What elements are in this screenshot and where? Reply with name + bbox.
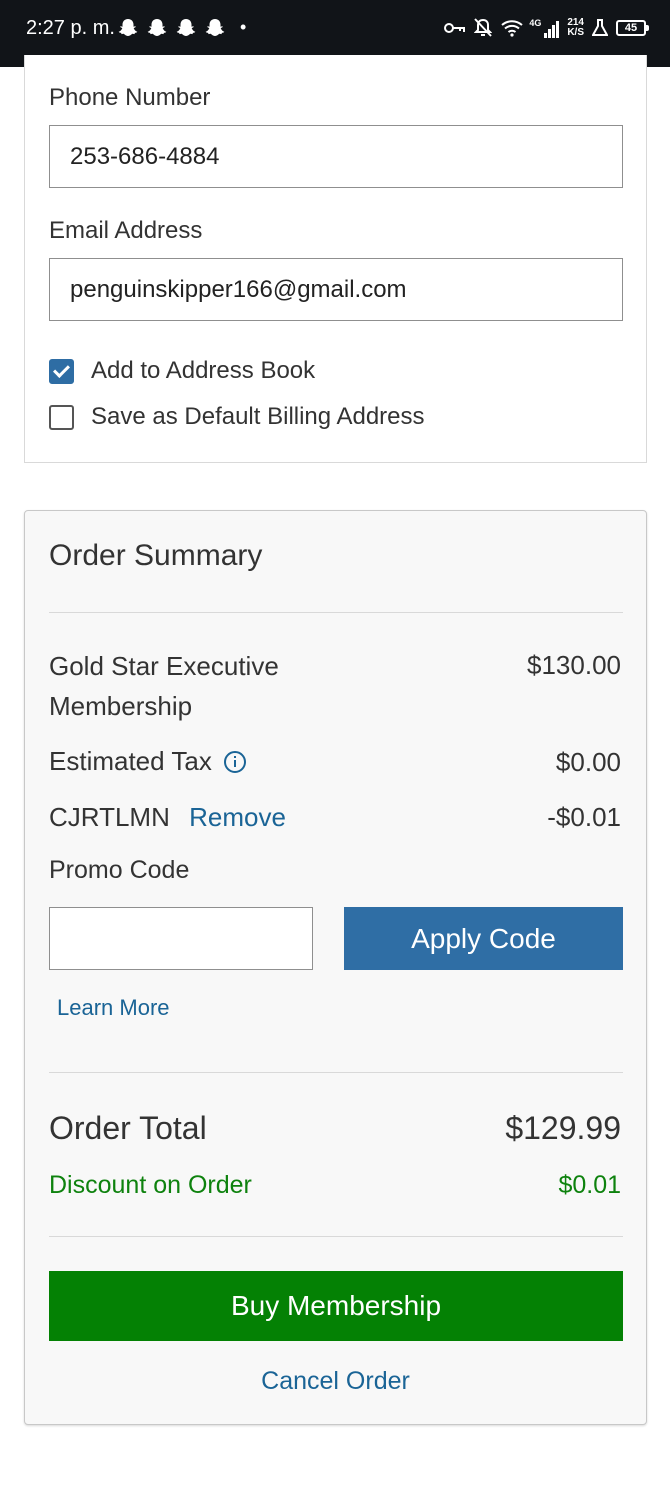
notifications-off-icon <box>474 18 493 37</box>
order-summary-card: Order Summary Gold Star Executive Member… <box>24 510 647 1425</box>
notification-icons <box>118 18 225 38</box>
status-icons: 4G 214 K/S 45 <box>444 15 649 41</box>
cancel-order-link[interactable]: Cancel Order <box>25 1367 646 1396</box>
battery-icon: 45 <box>616 20 649 36</box>
discount-on-order-label: Discount on Order <box>49 1171 252 1199</box>
promo-discount-value: -$0.01 <box>547 802 621 832</box>
add-to-address-book-label: Add to Address Book <box>91 357 316 384</box>
apply-code-button[interactable]: Apply Code <box>344 907 623 970</box>
info-icon[interactable] <box>223 750 247 774</box>
estimated-tax-value: $0.00 <box>555 747 621 777</box>
membership-item-name: Gold Star Executive Membership <box>49 651 279 721</box>
discount-on-order-value: $0.01 <box>558 1171 621 1199</box>
order-total-label: Order Total <box>49 1110 207 1146</box>
membership-item-price: $130.00 <box>527 650 621 680</box>
promo-code-input[interactable] <box>49 907 313 970</box>
data-speed: 214 K/S <box>567 17 584 38</box>
divider <box>49 1236 623 1237</box>
promo-code-label: Promo Code <box>49 856 190 884</box>
add-to-address-book-option[interactable]: Add to Address Book <box>49 357 315 385</box>
wifi-icon <box>501 20 523 37</box>
snapchat-icon <box>176 19 196 36</box>
snapchat-icon <box>205 19 225 36</box>
more-notifications-dot: • <box>240 17 247 37</box>
status-time: 2:27 p. m. <box>26 17 115 39</box>
learn-more-link[interactable]: Learn More <box>57 995 170 1021</box>
snapchat-icon <box>147 19 167 36</box>
order-total-value: $129.99 <box>505 1110 621 1146</box>
add-to-address-book-checkbox[interactable] <box>49 358 74 384</box>
save-default-billing-option[interactable]: Save as Default Billing Address <box>49 403 425 431</box>
save-default-billing-checkbox[interactable] <box>49 404 74 430</box>
phone-label: Phone Number <box>49 84 211 111</box>
estimated-tax-label: Estimated Tax <box>49 746 212 776</box>
email-input[interactable]: penguinskipper166@gmail.com <box>49 258 623 321</box>
divider <box>49 612 623 613</box>
save-default-billing-label: Save as Default Billing Address <box>91 403 425 430</box>
email-label: Email Address <box>49 217 203 244</box>
snapchat-icon <box>118 19 138 36</box>
vpn-key-icon <box>444 23 466 33</box>
applied-promo-row: CJRTLMN Remove <box>49 802 286 833</box>
flask-icon <box>592 19 608 36</box>
buy-membership-button[interactable]: Buy Membership <box>49 1271 623 1341</box>
cell-signal-icon: 4G <box>529 18 560 38</box>
order-summary-title: Order Summary <box>49 539 263 572</box>
billing-address-card: Phone Number 253-686-4884 Email Address … <box>24 55 647 463</box>
estimated-tax-row: Estimated Tax <box>49 746 247 777</box>
applied-promo-code: CJRTLMN <box>49 802 170 832</box>
divider <box>49 1072 623 1073</box>
phone-input[interactable]: 253-686-4884 <box>49 125 623 188</box>
remove-promo-link[interactable]: Remove <box>189 802 286 832</box>
